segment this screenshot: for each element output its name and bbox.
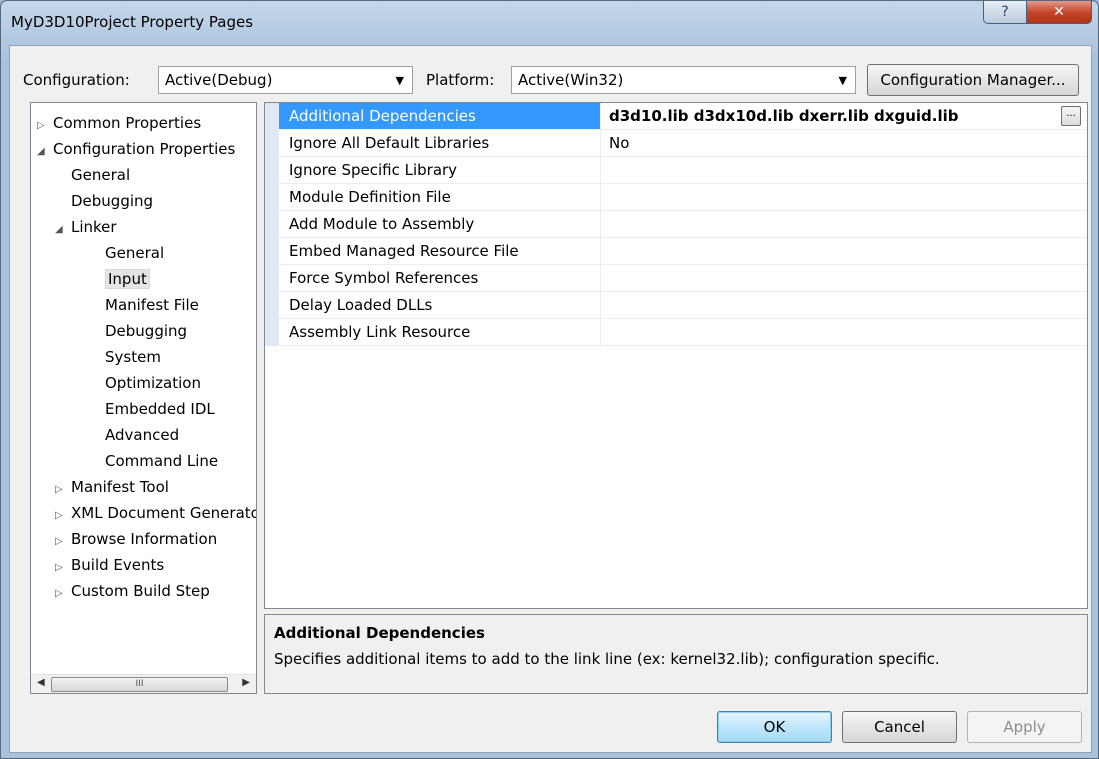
tree-item[interactable]: ▷ Build Events — [55, 553, 164, 577]
tree-item[interactable]: General — [105, 241, 164, 265]
description-text: Specifies additional items to add to the… — [274, 650, 940, 668]
tree-item[interactable]: General — [71, 163, 130, 187]
cancel-button[interactable]: Cancel — [842, 711, 957, 743]
tree-item[interactable]: ▷ Browse Information — [55, 527, 217, 551]
tree-item[interactable]: Debugging — [105, 319, 187, 343]
scroll-right-icon[interactable]: ▶ — [242, 677, 250, 688]
tree-item[interactable]: ▷ Manifest Tool — [55, 475, 169, 499]
tree-item[interactable]: ▷ Common Properties — [37, 111, 201, 135]
tree-item-label: Build Events — [71, 556, 165, 574]
tree-item[interactable]: ◢ Linker — [55, 215, 117, 239]
collapse-arrow-icon[interactable]: ◢ — [55, 218, 71, 242]
tree-item-label: Manifest Tool — [71, 478, 169, 496]
collapse-arrow-icon[interactable]: ◢ — [37, 140, 53, 164]
description-panel: Additional Dependencies Specifies additi… — [264, 614, 1088, 694]
configuration-value: Active(Debug) — [165, 71, 273, 89]
tree-item-label: Manifest File — [105, 296, 199, 314]
grid-gutter — [265, 103, 279, 346]
tree-item[interactable]: System — [105, 345, 161, 369]
property-row[interactable]: Add Module to Assembly — [279, 211, 1087, 238]
tree-item-label: Optimization — [105, 374, 201, 392]
tree-item-label: Debugging — [71, 192, 154, 210]
help-button[interactable]: ? — [983, 1, 1027, 24]
property-name: Ignore Specific Library — [279, 157, 601, 183]
configuration-dropdown[interactable]: Active(Debug) ▼ — [158, 66, 413, 94]
property-row[interactable]: Delay Loaded DLLs — [279, 292, 1087, 319]
property-value[interactable]: No — [609, 130, 629, 156]
expand-arrow-icon[interactable]: ▷ — [37, 114, 53, 138]
configuration-manager-button[interactable]: Configuration Manager... — [867, 64, 1079, 96]
expand-arrow-icon[interactable]: ▷ — [55, 582, 71, 606]
tree-item-label: Embedded IDL — [105, 400, 215, 418]
tree-item[interactable]: ▷ Custom Build Step — [55, 579, 210, 603]
tree-item[interactable]: Advanced — [105, 423, 179, 447]
scrollbar-thumb[interactable]: III — [51, 677, 228, 692]
tree-item-label: General — [71, 166, 131, 184]
tree-item[interactable]: Embedded IDL — [105, 397, 215, 421]
tree-item-label: Configuration Properties — [53, 140, 236, 158]
title-bar[interactable]: MyD3D10Project Property Pages ? ✕ — [1, 1, 1098, 45]
tree-item[interactable]: ▷ XML Document Generator — [55, 501, 257, 528]
tree-item-label: XML Document Generator — [71, 504, 257, 522]
property-name: Additional Dependencies — [279, 103, 601, 129]
tree-item-label: Advanced — [105, 426, 180, 444]
close-icon: ✕ — [1053, 4, 1065, 20]
property-name: Force Symbol References — [279, 265, 601, 291]
help-icon: ? — [1001, 4, 1009, 20]
tree-horizontal-scrollbar[interactable]: ◀ III ▶ — [31, 674, 256, 693]
property-name: Delay Loaded DLLs — [279, 292, 601, 318]
description-title: Additional Dependencies — [274, 624, 485, 642]
property-name: Assembly Link Resource — [279, 319, 601, 345]
property-value[interactable]: d3d10.lib d3dx10d.lib dxerr.lib dxguid.l… — [609, 103, 958, 129]
edit-ellipsis-button[interactable]: ... — [1061, 106, 1081, 126]
tree-item-label: Browse Information — [71, 530, 218, 548]
property-tree[interactable]: ▷ Common Properties ◢ Configuration Propert… — [30, 102, 257, 694]
property-name: Embed Managed Resource File — [279, 238, 601, 264]
expand-arrow-icon[interactable]: ▷ — [55, 556, 71, 580]
expand-arrow-icon[interactable]: ▷ — [55, 504, 71, 528]
property-row[interactable]: Ignore Specific Library — [279, 157, 1087, 184]
property-row[interactable]: Embed Managed Resource File — [279, 238, 1087, 265]
platform-label: Platform: — [426, 71, 495, 89]
scroll-left-icon[interactable]: ◀ — [37, 677, 45, 688]
property-grid: Additional Dependencies d3d10.lib d3dx10d… — [264, 102, 1088, 609]
property-row[interactable]: Ignore All Default Libraries No — [279, 130, 1087, 157]
window-title: MyD3D10Project Property Pages — [11, 13, 254, 31]
property-row[interactable]: Assembly Link Resource — [279, 319, 1087, 346]
tree-item-label: Common Properties — [53, 114, 202, 132]
property-name: Module Definition File — [279, 184, 601, 210]
ok-button[interactable]: OK — [717, 711, 832, 743]
tree-item-label: Debugging — [105, 322, 188, 340]
chevron-down-icon: ▼ — [395, 74, 404, 87]
dialog-client-area: Configuration: Active(Debug) ▼ Platform:… — [9, 45, 1092, 753]
platform-dropdown[interactable]: Active(Win32) ▼ — [511, 66, 856, 94]
tree-item[interactable]: Input — [105, 267, 150, 291]
tree-item[interactable]: Debugging — [71, 189, 153, 213]
tree-item[interactable]: Optimization — [105, 371, 201, 395]
property-row[interactable]: Force Symbol References — [279, 265, 1087, 292]
property-name: Ignore All Default Libraries — [279, 130, 601, 156]
property-row[interactable]: Additional Dependencies d3d10.lib d3dx10d… — [279, 103, 1087, 130]
tree-item-label: Custom Build Step — [71, 582, 210, 600]
expand-arrow-icon[interactable]: ▷ — [55, 530, 71, 554]
tree-item[interactable]: Manifest File — [105, 293, 199, 317]
tree-item[interactable]: ◢ Configuration Properties — [37, 137, 235, 161]
chevron-down-icon: ▼ — [838, 74, 847, 87]
expand-arrow-icon[interactable]: ▷ — [55, 478, 71, 502]
tree-item[interactable]: Command Line — [105, 449, 218, 473]
tree-item-label: General — [105, 244, 165, 262]
property-name: Add Module to Assembly — [279, 211, 601, 237]
tree-item-label: System — [105, 348, 161, 366]
property-row[interactable]: Module Definition File — [279, 184, 1087, 211]
configuration-label: Configuration: — [23, 71, 130, 89]
close-button[interactable]: ✕ — [1026, 1, 1092, 24]
tree-item-label: Input — [105, 269, 150, 289]
tree-item-label: Linker — [71, 218, 117, 236]
tree-item-label: Command Line — [105, 452, 219, 470]
platform-value: Active(Win32) — [518, 71, 624, 89]
apply-button[interactable]: Apply — [967, 711, 1082, 743]
property-pages-window: MyD3D10Project Property Pages ? ✕ Config… — [0, 0, 1099, 759]
